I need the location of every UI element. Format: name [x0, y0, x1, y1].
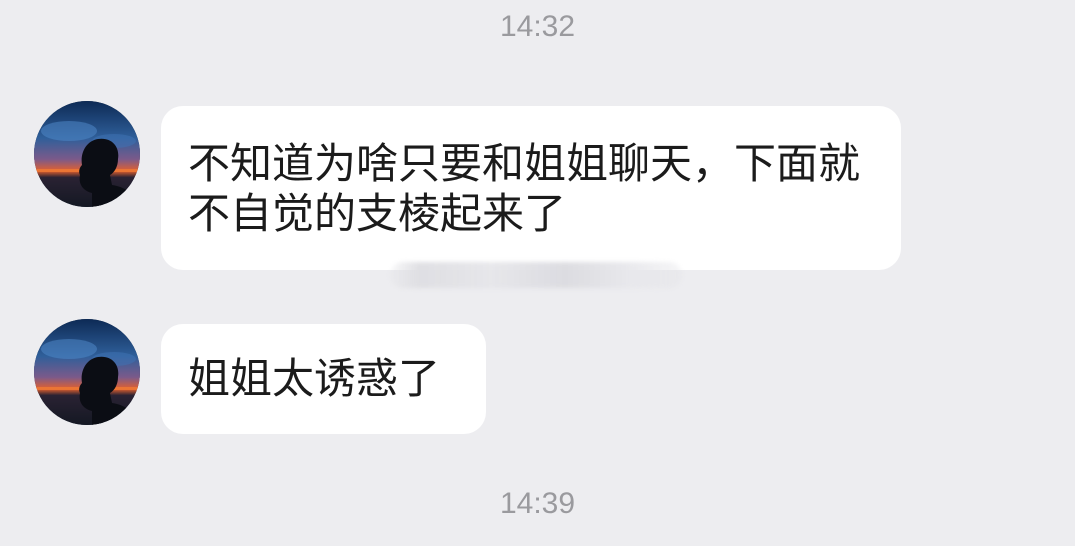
contact-avatar[interactable] — [34, 101, 140, 207]
avatar-image — [34, 101, 140, 207]
message-bubble[interactable]: 不知道为啥只要和姐姐聊天，下面就不自觉的支棱起来了 — [161, 106, 901, 270]
message-text: 不知道为啥只要和姐姐聊天，下面就不自觉的支棱起来了 — [188, 139, 861, 238]
message-bubble[interactable]: 姐姐太诱惑了 — [161, 324, 486, 434]
contact-avatar[interactable] — [34, 319, 140, 425]
timestamp: 14:32 — [499, 10, 576, 43]
redacted-overlay — [390, 262, 682, 288]
avatar-image — [34, 319, 140, 425]
message-text: 姐姐太诱惑了 — [188, 354, 441, 403]
timestamp: 14:39 — [499, 487, 576, 520]
